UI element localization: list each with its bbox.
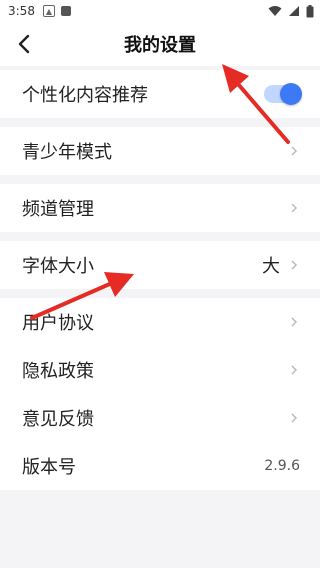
font-size-value: 大 bbox=[262, 256, 280, 277]
chevron-right-icon bbox=[291, 146, 298, 156]
toggle-knob bbox=[280, 83, 302, 105]
chevron-right-icon bbox=[291, 413, 298, 423]
back-arrow-icon bbox=[18, 34, 30, 54]
setting-label: 频道管理 bbox=[22, 199, 94, 220]
page-title: 我的设置 bbox=[124, 35, 196, 56]
section-divider bbox=[0, 289, 320, 298]
notification-icon: ▲ bbox=[42, 5, 55, 17]
setting-label: 用户协议 bbox=[22, 313, 94, 334]
back-button[interactable] bbox=[10, 30, 38, 58]
chevron-right-icon bbox=[291, 365, 298, 375]
status-notification-icons: ▲ bbox=[42, 5, 71, 17]
personalized-recommend-toggle[interactable] bbox=[264, 83, 302, 105]
section-divider bbox=[0, 175, 320, 184]
setting-label: 版本号 bbox=[22, 457, 76, 478]
chevron-right-icon bbox=[291, 317, 298, 327]
setting-user-agreement[interactable]: 用户协议 bbox=[0, 298, 320, 346]
settings-list: 个性化内容推荐 青少年模式 频道管理 字体大小 大 用户协议 隐私政策 意见反馈… bbox=[0, 70, 320, 490]
version-value: 2.9.6 bbox=[264, 458, 300, 474]
wifi-icon bbox=[268, 6, 282, 16]
setting-label: 青少年模式 bbox=[22, 142, 112, 163]
setting-label: 意见反馈 bbox=[22, 409, 94, 430]
signal-icon bbox=[289, 6, 299, 16]
nav-bar: 我的设置 bbox=[0, 22, 320, 66]
status-time: 3:58 bbox=[8, 4, 35, 18]
section-divider bbox=[0, 118, 320, 127]
section-divider bbox=[0, 232, 320, 241]
setting-label: 字体大小 bbox=[22, 256, 94, 277]
status-bar: 3:58 ▲ bbox=[0, 0, 320, 22]
setting-version: 版本号 2.9.6 bbox=[0, 442, 320, 490]
setting-font-size[interactable]: 字体大小 大 bbox=[0, 241, 320, 289]
image-icon bbox=[60, 6, 71, 16]
setting-personalized-recommend: 个性化内容推荐 bbox=[0, 70, 320, 118]
status-system-icons bbox=[268, 4, 314, 18]
setting-label: 个性化内容推荐 bbox=[22, 85, 148, 106]
chevron-right-icon bbox=[291, 260, 298, 270]
battery-icon bbox=[306, 4, 314, 17]
chevron-right-icon bbox=[291, 203, 298, 213]
setting-feedback[interactable]: 意见反馈 bbox=[0, 394, 320, 442]
setting-youth-mode[interactable]: 青少年模式 bbox=[0, 127, 320, 175]
setting-channel-manage[interactable]: 频道管理 bbox=[0, 184, 320, 232]
setting-privacy-policy[interactable]: 隐私政策 bbox=[0, 346, 320, 394]
setting-label: 隐私政策 bbox=[22, 361, 94, 382]
